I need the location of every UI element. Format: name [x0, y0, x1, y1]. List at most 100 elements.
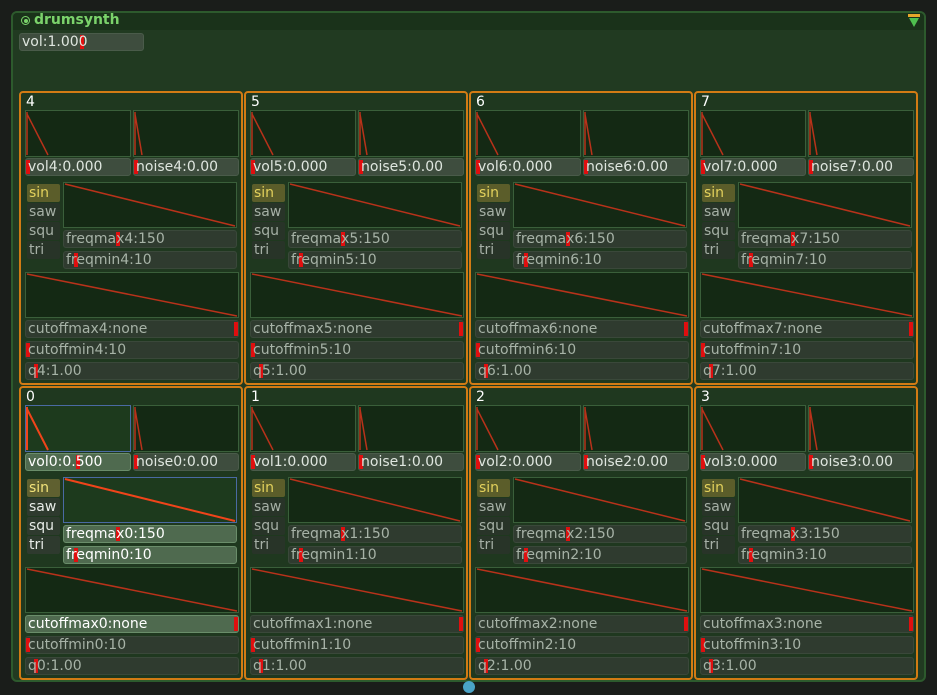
- status-dot-icon[interactable]: [21, 16, 30, 25]
- vol-slider[interactable]: vol4:0.000: [25, 158, 131, 176]
- waveform-tri-button[interactable]: tri: [702, 241, 735, 259]
- module-titlebar[interactable]: drumsynth: [13, 12, 924, 30]
- freqmin-slider[interactable]: freqmin6:10: [513, 251, 687, 269]
- q-slider[interactable]: q3:1.00: [700, 657, 914, 675]
- noise-envelope-graph[interactable]: [358, 110, 464, 157]
- waveform-squ-button[interactable]: squ: [27, 517, 60, 535]
- waveform-squ-button[interactable]: squ: [27, 222, 60, 240]
- freqmax-slider[interactable]: freqmax4:150: [63, 230, 237, 248]
- vol-envelope-graph[interactable]: [475, 405, 581, 452]
- noise-envelope-graph[interactable]: [133, 110, 239, 157]
- cutoffmax-slider[interactable]: cutoffmax1:none: [250, 615, 464, 633]
- q-slider[interactable]: q2:1.00: [475, 657, 689, 675]
- q-slider[interactable]: q4:1.00: [25, 362, 239, 380]
- vol-envelope-graph[interactable]: [25, 405, 131, 452]
- q-slider[interactable]: q0:1.00: [25, 657, 239, 675]
- freq-sweep-graph[interactable]: [63, 477, 237, 523]
- cutoffmax-slider[interactable]: cutoffmax4:none: [25, 320, 239, 338]
- noise-slider[interactable]: noise6:0.00: [583, 158, 689, 176]
- freqmax-slider[interactable]: freqmax2:150: [513, 525, 687, 543]
- waveform-tri-button[interactable]: tri: [27, 536, 60, 554]
- cutoffmax-slider[interactable]: cutoffmax5:none: [250, 320, 464, 338]
- freqmin-slider[interactable]: freqmin4:10: [63, 251, 237, 269]
- vol-slider[interactable]: vol6:0.000: [475, 158, 581, 176]
- noise-slider[interactable]: noise0:0.00: [133, 453, 239, 471]
- vol-envelope-graph[interactable]: [700, 405, 806, 452]
- cutoff-graph[interactable]: [25, 567, 239, 613]
- noise-slider[interactable]: noise3:0.00: [808, 453, 914, 471]
- cutoffmin-slider[interactable]: cutoffmin2:10: [475, 636, 689, 654]
- waveform-tri-button[interactable]: tri: [477, 241, 510, 259]
- freqmax-slider[interactable]: freqmax3:150: [738, 525, 912, 543]
- noise-envelope-graph[interactable]: [583, 110, 689, 157]
- freqmax-slider[interactable]: freqmax7:150: [738, 230, 912, 248]
- noise-slider[interactable]: noise7:0.00: [808, 158, 914, 176]
- waveform-tri-button[interactable]: tri: [252, 536, 285, 554]
- noise-envelope-graph[interactable]: [583, 405, 689, 452]
- noise-slider[interactable]: noise2:0.00: [583, 453, 689, 471]
- vol-envelope-graph[interactable]: [475, 110, 581, 157]
- q-slider[interactable]: q5:1.00: [250, 362, 464, 380]
- freqmin-slider[interactable]: freqmin1:10: [288, 546, 462, 564]
- freq-sweep-graph[interactable]: [513, 182, 687, 228]
- waveform-tri-button[interactable]: tri: [702, 536, 735, 554]
- freq-sweep-graph[interactable]: [513, 477, 687, 523]
- vol-envelope-graph[interactable]: [700, 110, 806, 157]
- freqmax-slider[interactable]: freqmax0:150: [63, 525, 237, 543]
- waveform-sin-button[interactable]: sin: [252, 479, 285, 497]
- freqmax-slider[interactable]: freqmax6:150: [513, 230, 687, 248]
- cutoffmax-slider[interactable]: cutoffmax0:none: [25, 615, 239, 633]
- freqmin-slider[interactable]: freqmin0:10: [63, 546, 237, 564]
- noise-slider[interactable]: noise1:0.00: [358, 453, 464, 471]
- cutoffmin-slider[interactable]: cutoffmin6:10: [475, 341, 689, 359]
- vol-slider[interactable]: vol1:0.000: [250, 453, 356, 471]
- waveform-squ-button[interactable]: squ: [477, 222, 510, 240]
- cutoffmin-slider[interactable]: cutoffmin3:10: [700, 636, 914, 654]
- waveform-saw-button[interactable]: saw: [252, 203, 285, 221]
- master-volume-slider[interactable]: vol:1.000: [19, 33, 144, 51]
- waveform-squ-button[interactable]: squ: [252, 222, 285, 240]
- cutoffmin-slider[interactable]: cutoffmin4:10: [25, 341, 239, 359]
- waveform-squ-button[interactable]: squ: [702, 517, 735, 535]
- cutoffmax-slider[interactable]: cutoffmax3:none: [700, 615, 914, 633]
- freq-sweep-graph[interactable]: [288, 477, 462, 523]
- cutoffmin-slider[interactable]: cutoffmin1:10: [250, 636, 464, 654]
- freq-sweep-graph[interactable]: [288, 182, 462, 228]
- output-port-icon[interactable]: [463, 681, 475, 693]
- cutoffmax-slider[interactable]: cutoffmax2:none: [475, 615, 689, 633]
- cutoff-graph[interactable]: [250, 272, 464, 318]
- cutoffmin-slider[interactable]: cutoffmin0:10: [25, 636, 239, 654]
- noise-envelope-graph[interactable]: [358, 405, 464, 452]
- waveform-saw-button[interactable]: saw: [477, 498, 510, 516]
- noise-slider[interactable]: noise4:0.00: [133, 158, 239, 176]
- waveform-sin-button[interactable]: sin: [27, 184, 60, 202]
- cutoff-graph[interactable]: [250, 567, 464, 613]
- vol-envelope-graph[interactable]: [25, 110, 131, 157]
- waveform-squ-button[interactable]: squ: [477, 517, 510, 535]
- vol-envelope-graph[interactable]: [250, 405, 356, 452]
- freqmin-slider[interactable]: freqmin7:10: [738, 251, 912, 269]
- cutoff-graph[interactable]: [25, 272, 239, 318]
- cutoff-graph[interactable]: [700, 272, 914, 318]
- q-slider[interactable]: q6:1.00: [475, 362, 689, 380]
- freqmax-slider[interactable]: freqmax1:150: [288, 525, 462, 543]
- cutoff-graph[interactable]: [475, 272, 689, 318]
- collapse-triangle-icon[interactable]: [908, 14, 920, 28]
- cutoff-graph[interactable]: [475, 567, 689, 613]
- waveform-sin-button[interactable]: sin: [702, 479, 735, 497]
- waveform-tri-button[interactable]: tri: [477, 536, 510, 554]
- q-slider[interactable]: q1:1.00: [250, 657, 464, 675]
- freqmin-slider[interactable]: freqmin3:10: [738, 546, 912, 564]
- waveform-squ-button[interactable]: squ: [252, 517, 285, 535]
- waveform-saw-button[interactable]: saw: [252, 498, 285, 516]
- freqmin-slider[interactable]: freqmin5:10: [288, 251, 462, 269]
- freq-sweep-graph[interactable]: [738, 182, 912, 228]
- freqmax-slider[interactable]: freqmax5:150: [288, 230, 462, 248]
- noise-envelope-graph[interactable]: [808, 405, 914, 452]
- waveform-sin-button[interactable]: sin: [252, 184, 285, 202]
- waveform-sin-button[interactable]: sin: [27, 479, 60, 497]
- vol-slider[interactable]: vol5:0.000: [250, 158, 356, 176]
- noise-slider[interactable]: noise5:0.00: [358, 158, 464, 176]
- q-slider[interactable]: q7:1.00: [700, 362, 914, 380]
- waveform-squ-button[interactable]: squ: [702, 222, 735, 240]
